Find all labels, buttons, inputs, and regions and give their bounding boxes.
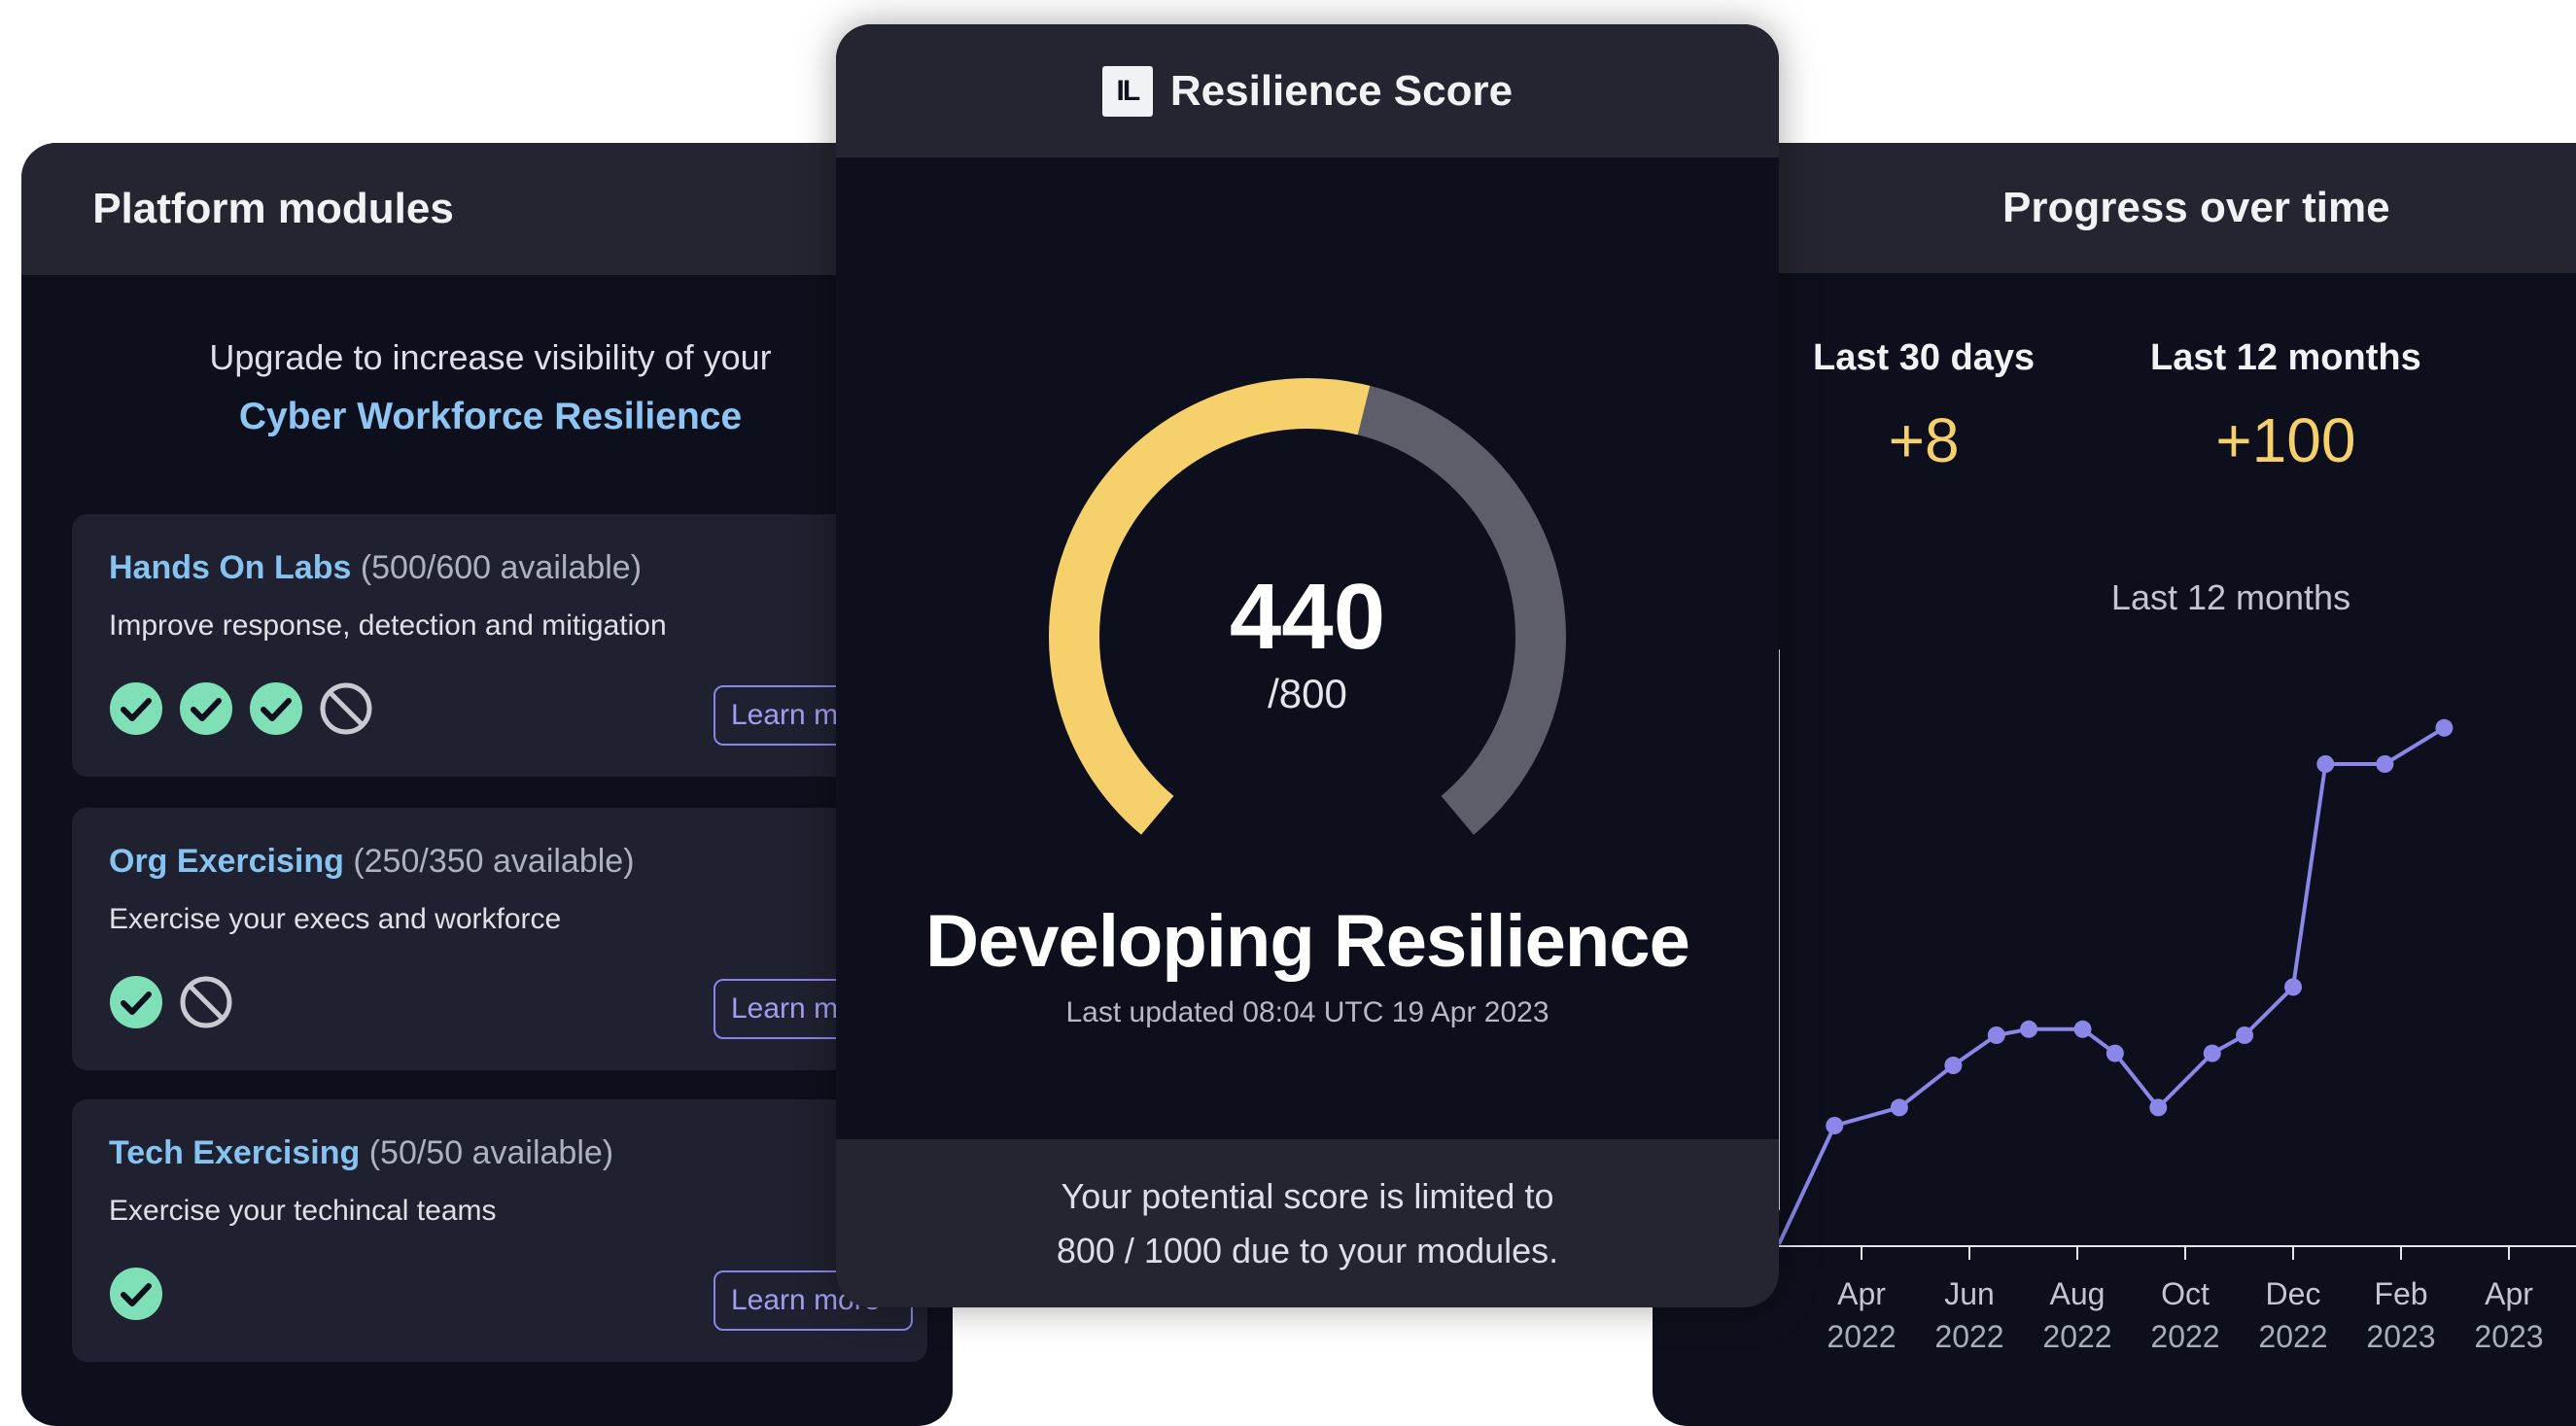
x-tick-label-year: 2023 — [2474, 1319, 2543, 1354]
x-tick-label-year: 2022 — [2042, 1319, 2111, 1354]
module-availability: (50/50 available) — [368, 1134, 614, 1171]
platform-modules-header: Platform modules — [21, 143, 953, 275]
module-availability: (250/350 available) — [353, 843, 635, 880]
module-title: Hands On Labs (500/600 available) — [109, 549, 642, 587]
x-tick-label-month: Feb — [2374, 1276, 2427, 1311]
x-tick-label-year: 2022 — [1934, 1319, 2003, 1354]
upgrade-message: Upgrade to increase visibility of your C… — [21, 337, 953, 438]
score-gauge — [1049, 378, 1566, 835]
module-name: Org Exercising — [109, 843, 344, 880]
module-tech-exercising: Tech Exercising (50/50 available) Exerci… — [72, 1099, 927, 1362]
data-point — [2203, 1044, 2221, 1062]
module-badges — [109, 1267, 163, 1321]
resilience-score-card: IL Resilience Score 440 /800 Developing … — [836, 24, 1779, 1307]
series-line — [1777, 726, 2446, 1245]
data-point — [2316, 755, 2335, 773]
upgrade-highlight: Cyber Workforce Resilience — [238, 396, 743, 437]
data-point — [2236, 1026, 2254, 1044]
x-tick-label-year: 2022 — [2150, 1319, 2219, 1354]
score-max: /800 — [1268, 671, 1347, 716]
module-title: Tech Exercising (50/50 available) — [109, 1134, 613, 1172]
data-point — [1826, 1117, 1844, 1134]
data-point — [2073, 1020, 2092, 1038]
data-point — [1987, 1026, 2005, 1044]
check-icon — [250, 682, 302, 735]
resilience-level: Developing Resilience — [925, 900, 1690, 983]
data-point — [2106, 1044, 2124, 1062]
blocked-icon — [320, 682, 372, 735]
x-tick-label-month: Apr — [2485, 1276, 2533, 1311]
check-icon — [110, 976, 162, 1028]
last-updated: Last updated 08:04 UTC 19 Apr 2023 — [1065, 996, 1549, 1028]
limit-text-line2: 800 / 1000 due to your modules. — [1056, 1231, 1559, 1270]
progress-card: Progress over time Last 30 days +8 Last … — [1653, 143, 2576, 1426]
platform-modules-card: Platform modules Upgrade to increase vis… — [21, 143, 953, 1426]
x-tick-label-month: Oct — [2161, 1276, 2210, 1311]
x-tick-label-year: 2022 — [1827, 1319, 1896, 1354]
upgrade-text: Upgrade to increase visibility of your — [209, 337, 772, 377]
check-icon — [110, 1268, 162, 1320]
module-badges — [109, 975, 233, 1029]
score-value: 440 — [1229, 565, 1386, 669]
data-point — [1890, 1098, 1908, 1117]
x-tick-label-month: Jun — [1944, 1276, 1995, 1311]
module-hands-on-labs: Hands On Labs (500/600 available) Improv… — [72, 514, 927, 777]
module-org-exercising: Org Exercising (250/350 available) Exerc… — [72, 808, 927, 1070]
data-point — [2435, 718, 2454, 737]
data-point — [2284, 978, 2302, 996]
module-title: Org Exercising (250/350 available) — [109, 843, 635, 881]
x-tick-label-month: Apr — [1837, 1276, 1886, 1311]
check-icon — [180, 682, 232, 735]
module-name: Hands On Labs — [109, 549, 352, 586]
data-point — [2376, 755, 2394, 773]
module-badges — [109, 681, 373, 736]
x-tick-label-month: Aug — [2050, 1276, 2106, 1311]
module-description: Exercise your techincal teams — [109, 1195, 497, 1227]
module-name: Tech Exercising — [109, 1134, 361, 1171]
blocked-icon — [180, 976, 232, 1028]
progress-line-chart: Apr 2022 Jun 2022 Aug 2022 Oct 2022 Dec 2022 Feb 20… — [1777, 649, 2576, 1354]
check-icon — [110, 682, 162, 735]
data-point — [2020, 1020, 2038, 1038]
x-tick-label-year: 2023 — [2366, 1319, 2435, 1354]
x-tick-label-year: 2022 — [2258, 1319, 2327, 1354]
data-point — [2149, 1098, 2168, 1117]
x-tick-label-month: Dec — [2266, 1276, 2321, 1311]
module-description: Exercise your execs and workforce — [109, 903, 562, 935]
module-availability: (500/600 available) — [360, 549, 643, 586]
score-limit-footer: Your potential score is limited to 800 /… — [836, 1139, 1779, 1307]
module-description: Improve response, detection and mitigati… — [109, 609, 667, 642]
limit-text-line1: Your potential score is limited to — [1061, 1176, 1554, 1216]
data-point — [1944, 1057, 1963, 1074]
